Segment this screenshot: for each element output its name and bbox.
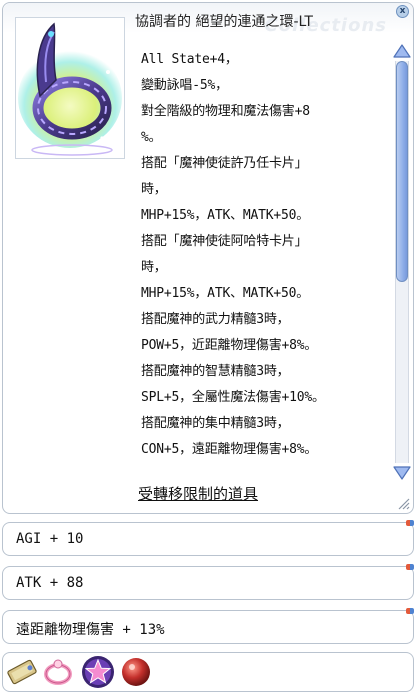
ring-image-icon [16, 18, 124, 158]
description-line: 搭配魔神的武力精髓3時， [141, 312, 290, 327]
item-illustration [15, 17, 125, 159]
card-slot-4[interactable] [119, 655, 153, 689]
resize-grip-icon[interactable] [396, 496, 410, 510]
description-line: 搭配「魔神使徒阿哈特卡片」 [141, 234, 308, 249]
description-line: 搭配魔神的集中精髓3時， [141, 416, 290, 431]
scroll-down-button[interactable] [392, 465, 412, 481]
description-line: 搭配「魔神使徒許乃任卡片」 [141, 156, 308, 171]
corner-marker-icon [406, 564, 414, 570]
description-line: 變動詠唱-5%， [141, 78, 228, 93]
description-line: 時， [141, 182, 167, 197]
description-line: 時， [141, 260, 167, 275]
option-row: AGI + 10 [2, 520, 414, 556]
description-line: POW+5，近距離物理傷害+8%。 [141, 338, 318, 353]
description-line: SPL+5，全屬性魔法傷害+10%。 [141, 390, 325, 405]
purple-star-enchant-icon [82, 656, 114, 688]
scroll-thumb[interactable] [396, 61, 408, 282]
card-slot-2[interactable] [41, 655, 75, 689]
description-line: 對全階級的物理和魔法傷害+8 [141, 104, 310, 119]
description-line: 搭配魔神的智慧精髓3時， [141, 364, 290, 379]
red-orb-enchant-icon [122, 658, 150, 686]
pink-ring-enchant-icon [44, 659, 72, 685]
option-text: AGI + 10 [16, 531, 84, 547]
corner-marker-icon [406, 520, 414, 526]
transfer-restriction-link[interactable]: 受轉移限制的道具 [138, 483, 258, 504]
scroll-track[interactable] [395, 61, 409, 463]
close-button[interactable]: x [396, 5, 409, 18]
description-line: CON+5，遠距離物理傷害+8%。 [141, 442, 318, 457]
triangle-down-icon [393, 466, 411, 480]
description-line: All State+4， [141, 52, 238, 67]
card-slot-panel [2, 652, 414, 692]
option-row: 遠距離物理傷害 + 13% [2, 608, 414, 644]
option-row: ATK + 88 [2, 564, 414, 600]
triangle-up-icon [393, 44, 411, 58]
scroll-card-icon [7, 659, 37, 685]
scroll-up-button[interactable] [392, 43, 412, 59]
card-slot-3[interactable] [79, 655, 114, 689]
description-line: MHP+15%，ATK、MATK+50。 [141, 208, 310, 223]
description-line: %。 [141, 130, 162, 145]
card-slot-1[interactable] [5, 655, 39, 689]
description-scrollbar[interactable] [392, 43, 412, 483]
option-text: ATK + 88 [16, 575, 84, 591]
close-icon: x [399, 6, 406, 16]
item-title: 協調者的 絕望的連通之環-LT [135, 14, 313, 30]
description-line: MHP+15%，ATK、MATK+50。 [141, 286, 310, 301]
item-info-window: Collections 協調者的 絕望的連通之環-LT x All State+… [2, 2, 414, 514]
item-description: All State+4， 變動詠唱-5%， 對全階級的物理和魔法傷害+8 %。 … [141, 47, 389, 463]
corner-marker-icon [406, 608, 414, 614]
option-text: 遠距離物理傷害 + 13% [16, 622, 165, 638]
